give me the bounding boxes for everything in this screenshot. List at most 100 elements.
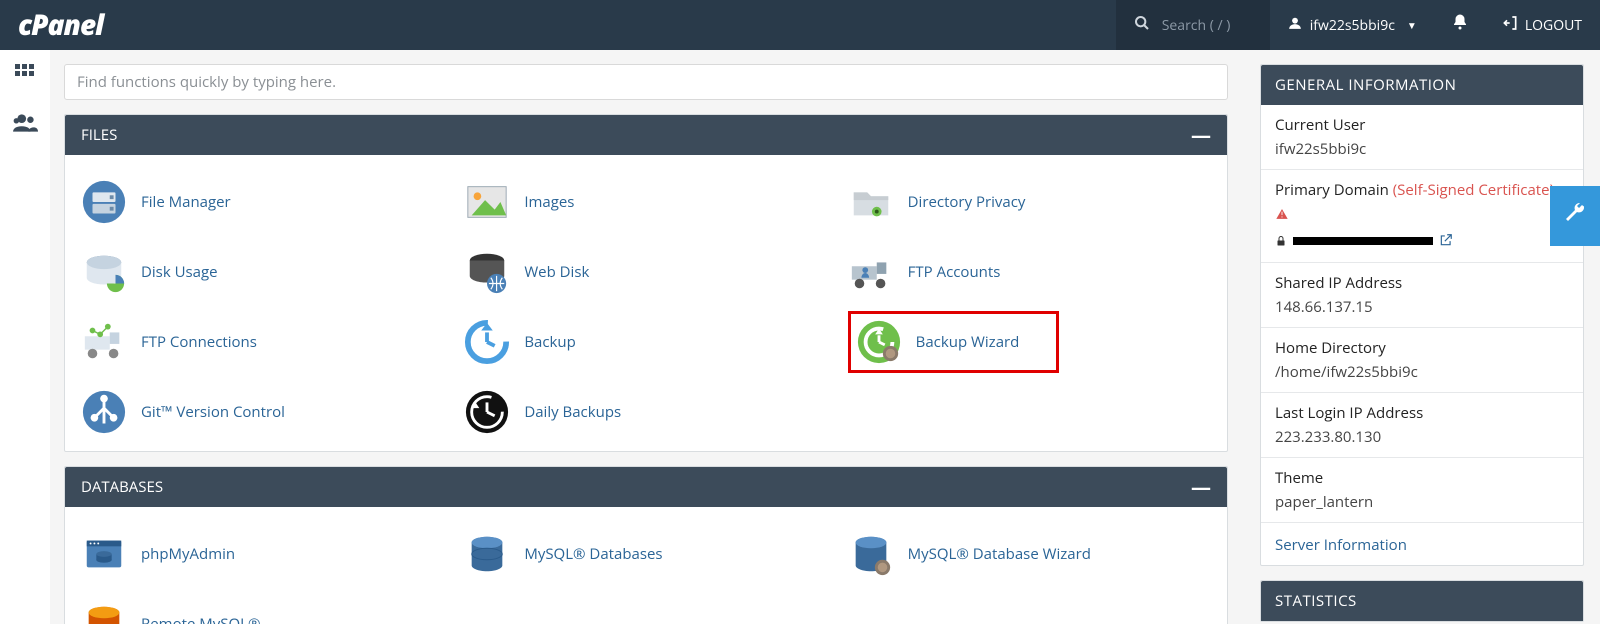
- directory-privacy-icon: [848, 179, 894, 225]
- row-label: Current User: [1275, 115, 1569, 135]
- server-info-link[interactable]: Server Information: [1275, 535, 1407, 555]
- file-manager-icon: [81, 179, 127, 225]
- logout-button[interactable]: LOGOUT: [1485, 14, 1600, 36]
- last-login-row: Last Login IP Address 223.233.80.130: [1261, 393, 1583, 458]
- collapse-icon[interactable]: —: [1191, 130, 1211, 140]
- app-label: Backup: [524, 332, 575, 352]
- ftp-connections-icon: [81, 319, 127, 365]
- git-app[interactable]: Git™ Version Control: [81, 381, 444, 443]
- mysql-wizard-icon: [848, 531, 894, 577]
- nav-search-input[interactable]: [1162, 16, 1252, 35]
- app-label: MySQL® Database Wizard: [908, 544, 1091, 564]
- images-app[interactable]: Images: [464, 171, 827, 233]
- daily-backups-app[interactable]: Daily Backups: [464, 381, 827, 443]
- home-rail-icon[interactable]: [13, 62, 37, 92]
- domain-line[interactable]: [1275, 230, 1569, 252]
- backup-wizard-icon: [856, 319, 902, 365]
- app-label: Remote MySQL®: [141, 614, 260, 624]
- app-label: Web Disk: [524, 262, 589, 282]
- left-rail: [0, 50, 50, 624]
- databases-panel-title: DATABASES: [81, 477, 163, 497]
- file-manager-app[interactable]: File Manager: [81, 171, 444, 233]
- collapse-icon[interactable]: —: [1191, 482, 1211, 492]
- row-label: Home Directory: [1275, 338, 1569, 358]
- backup-app[interactable]: Backup: [464, 311, 827, 373]
- general-info-header: GENERAL INFORMATION: [1261, 65, 1583, 105]
- customize-tab[interactable]: [1550, 186, 1600, 246]
- row-value: ifw22s5bbi9c: [1275, 139, 1569, 159]
- right-sidebar: GENERAL INFORMATION Current User ifw22s5…: [1244, 50, 1600, 624]
- daily-backups-icon: [464, 389, 510, 435]
- web-disk-app[interactable]: Web Disk: [464, 241, 827, 303]
- app-label: MySQL® Databases: [524, 544, 662, 564]
- user-menu[interactable]: ifw22s5bbi9c ▼: [1270, 16, 1435, 35]
- databases-panel-header[interactable]: DATABASES —: [65, 467, 1227, 507]
- primary-domain-row: Primary Domain (Self-Signed Certificate): [1261, 170, 1583, 263]
- remote-mysql-app[interactable]: Remote MySQL®: [81, 593, 444, 624]
- app-label: Git™ Version Control: [141, 402, 285, 422]
- users-rail-icon[interactable]: [12, 110, 38, 142]
- domain-text-redacted: [1293, 237, 1433, 245]
- files-panel-title: FILES: [81, 125, 117, 145]
- function-search-input[interactable]: [64, 64, 1228, 100]
- user-name: ifw22s5bbi9c: [1310, 16, 1395, 35]
- nav-search-wrap[interactable]: [1116, 0, 1270, 50]
- git-icon: [81, 389, 127, 435]
- notifications-button[interactable]: [1435, 13, 1485, 37]
- images-icon: [464, 179, 510, 225]
- row-label: Shared IP Address: [1275, 273, 1569, 293]
- ftp-accounts-icon: [848, 249, 894, 295]
- home-dir-row: Home Directory /home/ifw22s5bbi9c: [1261, 328, 1583, 393]
- backup-icon: [464, 319, 510, 365]
- wrench-icon: [1563, 201, 1587, 232]
- shared-ip-row: Shared IP Address 148.66.137.15: [1261, 263, 1583, 328]
- app-label: File Manager: [141, 192, 231, 212]
- app-label: Disk Usage: [141, 262, 218, 282]
- ftp-accounts-app[interactable]: FTP Accounts: [848, 241, 1211, 303]
- files-panel: FILES — File Manager Images: [64, 114, 1228, 452]
- brand-logo[interactable]: cPanel: [0, 6, 121, 44]
- row-value: /home/ifw22s5bbi9c: [1275, 362, 1569, 382]
- self-signed-warning: (Self-Signed Certificate): [1393, 180, 1554, 200]
- files-panel-header[interactable]: FILES —: [65, 115, 1227, 155]
- phpmyadmin-icon: [81, 531, 127, 577]
- backup-wizard-app[interactable]: Backup Wizard: [848, 311, 1060, 373]
- logout-icon: [1503, 14, 1519, 36]
- app-label: FTP Accounts: [908, 262, 1001, 282]
- databases-panel: DATABASES — phpMyAdmin MySQL: [64, 466, 1228, 624]
- main-content: FILES — File Manager Images: [50, 50, 1244, 624]
- logout-label: LOGOUT: [1525, 16, 1582, 35]
- user-icon: [1288, 16, 1302, 35]
- caret-down-icon: ▼: [1407, 18, 1417, 32]
- row-label: Theme: [1275, 468, 1569, 488]
- disk-usage-icon: [81, 249, 127, 295]
- row-label: Last Login IP Address: [1275, 403, 1569, 423]
- row-value: paper_lantern: [1275, 492, 1569, 512]
- row-label: Primary Domain (Self-Signed Certificate): [1275, 180, 1569, 200]
- top-navbar: cPanel ifw22s5bbi9c ▼ LOGOUT: [0, 0, 1600, 50]
- ftp-connections-app[interactable]: FTP Connections: [81, 311, 444, 373]
- app-label: Daily Backups: [524, 402, 621, 422]
- app-label: Directory Privacy: [908, 192, 1026, 212]
- directory-privacy-app[interactable]: Directory Privacy: [848, 171, 1211, 233]
- app-label: phpMyAdmin: [141, 544, 235, 564]
- app-label: Images: [524, 192, 574, 212]
- server-info-row[interactable]: Server Information: [1261, 523, 1583, 565]
- mysql-databases-app[interactable]: MySQL® Databases: [464, 523, 827, 585]
- lock-icon: [1275, 230, 1287, 252]
- warning-icon: [1275, 204, 1569, 226]
- phpmyadmin-app[interactable]: phpMyAdmin: [81, 523, 444, 585]
- search-icon: [1134, 14, 1150, 36]
- bell-icon: [1451, 13, 1469, 37]
- row-value: 148.66.137.15: [1275, 297, 1569, 317]
- external-link-icon[interactable]: [1439, 230, 1453, 252]
- theme-row: Theme paper_lantern: [1261, 458, 1583, 523]
- general-info-panel: GENERAL INFORMATION Current User ifw22s5…: [1260, 64, 1584, 566]
- app-label: FTP Connections: [141, 332, 257, 352]
- mysql-wizard-app[interactable]: MySQL® Database Wizard: [848, 523, 1211, 585]
- web-disk-icon: [464, 249, 510, 295]
- row-value: 223.233.80.130: [1275, 427, 1569, 447]
- disk-usage-app[interactable]: Disk Usage: [81, 241, 444, 303]
- mysql-databases-icon: [464, 531, 510, 577]
- current-user-row: Current User ifw22s5bbi9c: [1261, 105, 1583, 170]
